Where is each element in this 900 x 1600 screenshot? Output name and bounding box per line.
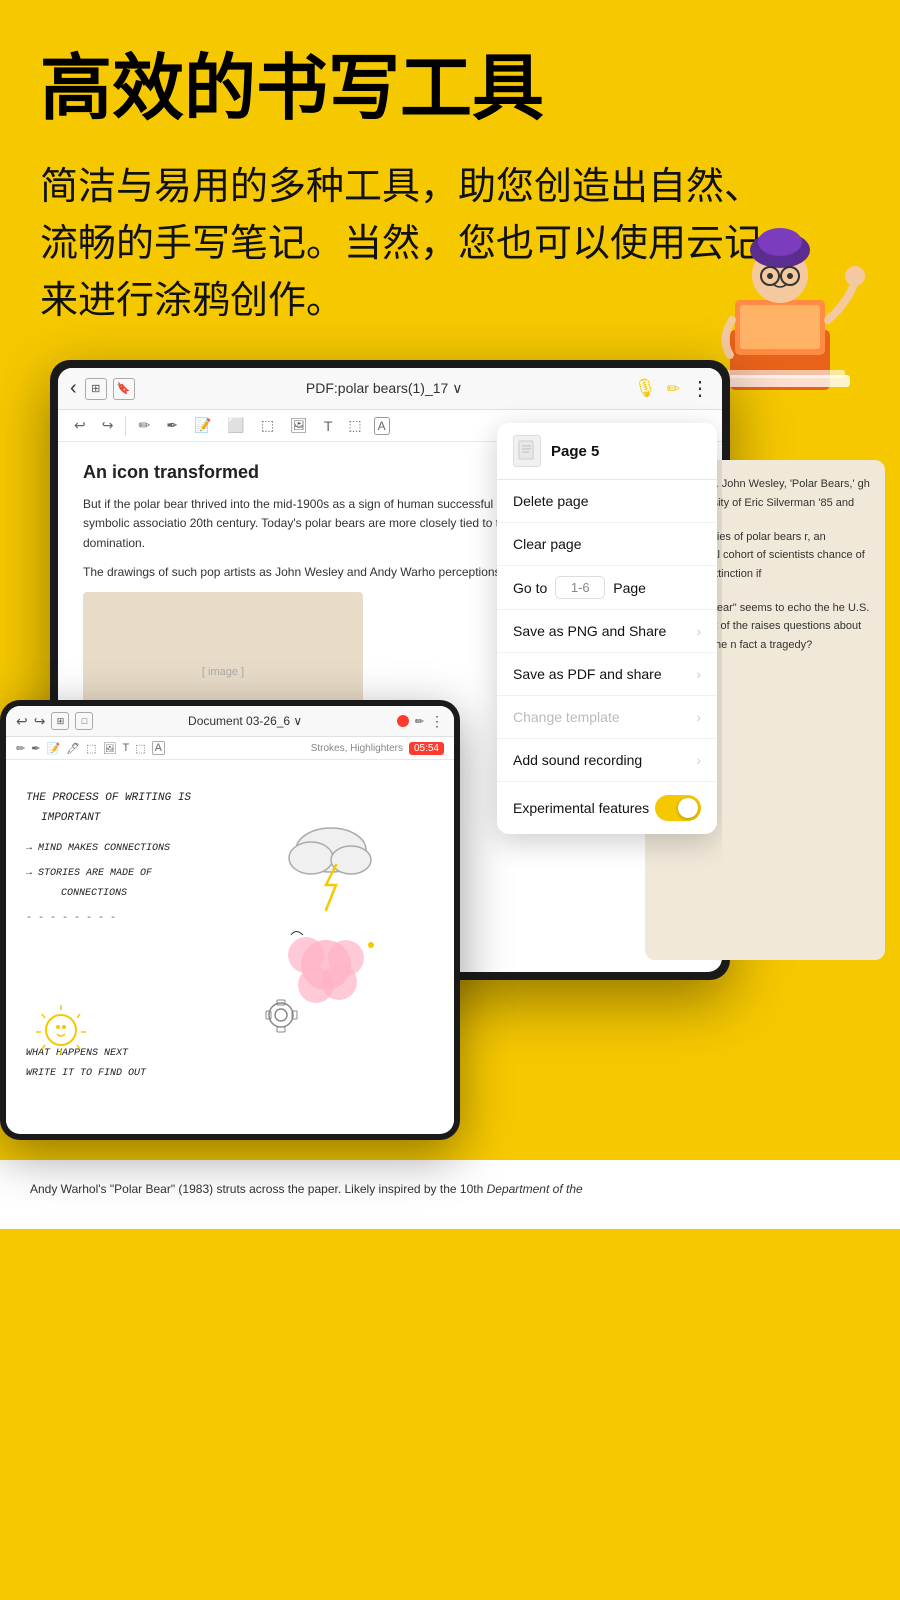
experimental-toggle[interactable] (655, 795, 701, 821)
redo-button[interactable]: ↪ (98, 415, 118, 436)
secondary-undo[interactable]: ↩ (16, 713, 28, 730)
sec-pencil[interactable]: ✒ (31, 742, 40, 755)
dropdown-page-title: Page 5 (551, 443, 599, 460)
dropdown-header: Page 5 (497, 423, 717, 480)
strokes-label: Strokes, Highlighters (171, 743, 403, 754)
sec-font[interactable]: A (152, 741, 165, 755)
mic-icon[interactable]: 🎙 (634, 378, 657, 399)
dropdown-menu: Page 5 Delete page Clear page Go to P (497, 423, 717, 834)
image-tool[interactable]: 🖼 (286, 415, 312, 436)
font-tool[interactable]: A (374, 417, 390, 435)
handwriting-svg: THE PROCESS OF WRITING IS IMPORTANT → MI… (21, 770, 454, 1110)
svg-text:IMPORTANT: IMPORTANT (41, 812, 102, 824)
handwriting-area: THE PROCESS OF WRITING IS IMPORTANT → MI… (21, 770, 439, 1113)
experimental-item[interactable]: Experimental features (497, 782, 717, 834)
document-title[interactable]: PDF:polar bears(1)_17 ∨ (143, 380, 626, 397)
secondary-tablet: ↩ ↪ ⊞ □ Document 03-26_6 ∨ ✏ ⋮ ✏ ✒ 📝 🖊 ⬚ (0, 700, 460, 1140)
tablet-area: ‹ ⊞ 🔖 PDF:polar bears(1)_17 ∨ 🎙 ✏ ⋮ ↩ (0, 360, 900, 1160)
sec-marker[interactable]: 📝 (46, 742, 60, 755)
bottom-caption-text: Andy Warhol's "Polar Bear" (1983) struts… (30, 1182, 483, 1196)
grid-icon[interactable]: ⊞ (85, 378, 107, 400)
svg-text:WRITE IT TO FIND OUT: WRITE IT TO FIND OUT (26, 1068, 147, 1079)
secondary-redo[interactable]: ↪ (34, 713, 46, 730)
goto-page-label: Page (613, 580, 646, 596)
save-png-chevron: › (696, 623, 701, 639)
secondary-bookmark-icon[interactable]: □ (75, 712, 93, 730)
add-sound-chevron: › (696, 752, 701, 768)
timer-badge: 05:54 (409, 742, 444, 755)
more-button-secondary[interactable]: ⋮ (430, 713, 444, 730)
secondary-doc-title[interactable]: Document 03-26_6 ∨ (99, 714, 390, 728)
toggle-knob (678, 798, 698, 818)
lasso-tool[interactable]: ⬚ (344, 415, 365, 436)
experimental-label: Experimental features (513, 800, 649, 816)
goto-label: Go to (513, 580, 547, 596)
page-icon (513, 435, 541, 467)
bottom-caption: Andy Warhol's "Polar Bear" (1983) struts… (30, 1180, 870, 1199)
recording-indicator (397, 715, 409, 727)
svg-text:WHAT HAPPENS NEXT: WHAT HAPPENS NEXT (26, 1048, 129, 1059)
pen-icon-secondary[interactable]: ✏ (415, 715, 424, 728)
save-pdf-item[interactable]: Save as PDF and share › (497, 653, 717, 696)
secondary-content: THE PROCESS OF WRITING IS IMPORTANT → MI… (6, 760, 454, 1123)
header-section: 高效的书写工具 简洁与易用的多种工具，助您创造出自然、流畅的手写笔记。当然，您也… (0, 0, 900, 350)
separator (125, 416, 126, 436)
goto-row: Go to Page (497, 566, 717, 610)
toolbar-icons: ⊞ 🔖 (85, 378, 135, 400)
undo-button[interactable]: ↩ (70, 415, 90, 436)
back-button[interactable]: ‹ (70, 377, 77, 400)
save-pdf-chevron: › (696, 666, 701, 682)
toolbar-right: 🎙 ✏ ⋮ (634, 376, 710, 401)
svg-text:- - - - - - - -: - - - - - - - - (26, 913, 116, 924)
bottom-section: Andy Warhol's "Polar Bear" (1983) struts… (0, 1160, 900, 1229)
delete-page-label: Delete page (513, 493, 589, 509)
main-title: 高效的书写工具 (40, 50, 860, 129)
sec-textbox[interactable]: T (122, 742, 129, 754)
pen-tool[interactable]: ✏ (134, 415, 154, 436)
add-sound-label: Add sound recording (513, 752, 642, 768)
subtitle-text: 简洁与易用的多种工具，助您创造出自然、流畅的手写笔记。当然，您也可以使用云记来进… (40, 159, 770, 330)
sec-highlighter[interactable]: 🖊 (66, 742, 80, 755)
sec-select[interactable]: ⬚ (86, 742, 96, 755)
text-box-tool[interactable]: T (320, 416, 337, 436)
pen-icon[interactable]: ✏ (667, 379, 680, 399)
svg-text:THE PROCESS OF WRITING IS: THE PROCESS OF WRITING IS (26, 792, 191, 804)
svg-text:→ MIND MAKES CONNECTIONS: → MIND MAKES CONNECTIONS (26, 843, 170, 854)
save-png-item[interactable]: Save as PNG and Share › (497, 610, 717, 653)
pencil-tool[interactable]: ✒ (162, 415, 182, 436)
secondary-tablet-inner: ↩ ↪ ⊞ □ Document 03-26_6 ∨ ✏ ⋮ ✏ ✒ 📝 🖊 ⬚ (6, 706, 454, 1134)
svg-text:CONNECTIONS: CONNECTIONS (61, 888, 127, 899)
sec-pen[interactable]: ✏ (16, 742, 25, 755)
clear-page-label: Clear page (513, 536, 582, 552)
svg-text:→ STORIES ARE MADE OF: → STORIES ARE MADE OF (26, 868, 153, 879)
change-template-chevron: › (696, 709, 701, 725)
change-template-label: Change template (513, 709, 620, 725)
clear-page-item[interactable]: Clear page (497, 523, 717, 566)
main-toolbar: ‹ ⊞ 🔖 PDF:polar bears(1)_17 ∨ 🎙 ✏ ⋮ (58, 368, 722, 410)
secondary-grid-icon[interactable]: ⊞ (51, 712, 69, 730)
save-png-label: Save as PNG and Share (513, 623, 666, 639)
save-pdf-label: Save as PDF and share (513, 666, 662, 682)
add-sound-item[interactable]: Add sound recording › (497, 739, 717, 782)
eraser-tool[interactable]: ⬜ (223, 415, 248, 436)
secondary-toolbar: ↩ ↪ ⊞ □ Document 03-26_6 ∨ ✏ ⋮ (6, 706, 454, 737)
sec-lasso[interactable]: ⬚ (135, 742, 145, 755)
delete-page-item[interactable]: Delete page (497, 480, 717, 523)
more-button[interactable]: ⋮ (690, 376, 710, 401)
marker-tool[interactable]: 📝 (190, 415, 215, 436)
bookmark-icon[interactable]: 🔖 (113, 378, 135, 400)
sec-image[interactable]: 🖼 (103, 742, 117, 755)
bottom-dept-text: Department of the (487, 1182, 583, 1196)
goto-input[interactable] (555, 576, 605, 599)
image-placeholder: [ image ] (202, 666, 244, 678)
select-tool[interactable]: ⬚ (257, 415, 278, 436)
secondary-drawing-toolbar: ✏ ✒ 📝 🖊 ⬚ 🖼 T ⬚ A Strokes, Highlighters … (6, 737, 454, 760)
change-template-item[interactable]: Change template › (497, 696, 717, 739)
